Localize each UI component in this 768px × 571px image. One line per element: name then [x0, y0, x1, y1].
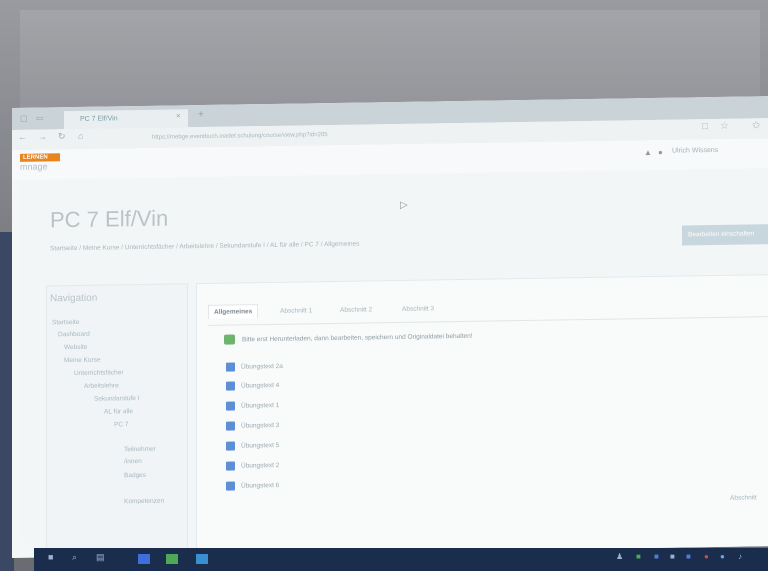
- next-section-link[interactable]: Abschnitt: [730, 494, 757, 501]
- reading-view-icon[interactable]: □: [702, 121, 708, 132]
- favorite-star-icon[interactable]: ☆: [720, 121, 729, 132]
- breadcrumb[interactable]: Startseite / Meine Kurse / Unterrichtsfä…: [50, 241, 359, 253]
- start-icon[interactable]: ■: [48, 552, 53, 562]
- nav-item-arbeitslehre[interactable]: Arbeitslehre: [84, 382, 119, 390]
- ceiling: [20, 10, 760, 110]
- tab-allgemeines[interactable]: Allgemeines: [208, 304, 259, 319]
- user-menu[interactable]: Ulrich Wissens: [672, 147, 718, 155]
- tab-title: PC 7 Elf/Vin: [80, 115, 118, 123]
- label-icon: [224, 334, 235, 345]
- word-file-icon: [226, 481, 235, 491]
- nav-item-sekundarstufe[interactable]: Sekundarstufe I: [94, 395, 140, 403]
- page-title: PC 7 Elf/Vin: [50, 205, 169, 233]
- search-icon[interactable]: ⌕: [72, 552, 77, 563]
- resource-item[interactable]: Übungstext 5: [226, 441, 279, 451]
- tab-close-icon[interactable]: ×: [176, 111, 181, 120]
- tray-app-icon[interactable]: ●: [720, 552, 725, 561]
- new-tab-button[interactable]: +: [198, 109, 204, 120]
- tray-app-icon[interactable]: ●: [704, 552, 709, 561]
- nav-item-al-fuer-alle[interactable]: AL für alle: [104, 408, 133, 415]
- word-file-icon: [226, 421, 235, 431]
- browser-tab[interactable]: PC 7 Elf/Vin: [64, 109, 188, 130]
- tab-abschnitt-3[interactable]: Abschnitt 3: [402, 305, 434, 313]
- tab-abschnitt-2[interactable]: Abschnitt 2: [340, 306, 372, 314]
- edge-icon[interactable]: [138, 554, 150, 564]
- window-menu-icon[interactable]: ▢: [20, 114, 28, 123]
- home-icon[interactable]: ⌂: [78, 131, 83, 141]
- tray-app-icon[interactable]: ■: [670, 552, 675, 561]
- nav-item-meine-kurse[interactable]: Meine Kurse: [64, 357, 101, 365]
- forward-icon[interactable]: →: [38, 131, 47, 141]
- nav-item-pc7[interactable]: PC 7: [114, 421, 128, 428]
- resource-item[interactable]: Übungstext 6: [226, 481, 279, 491]
- task-view-icon[interactable]: ▤: [96, 552, 105, 563]
- word-file-icon: [226, 461, 235, 471]
- word-file-icon: [226, 362, 235, 372]
- nav-item-startseite[interactable]: Startseite: [52, 319, 79, 326]
- resource-item[interactable]: Übungstext 4: [226, 381, 279, 391]
- projected-browser-window: ▢ ▭ PC 7 Elf/Vin × + ← → ↻ ⌂ https://meb…: [12, 95, 768, 559]
- volume-icon[interactable]: ♪: [738, 552, 742, 561]
- resource-item[interactable]: Übungstext 2: [226, 461, 279, 471]
- refresh-icon[interactable]: ↻: [58, 131, 66, 142]
- explorer-icon[interactable]: [166, 554, 178, 564]
- tray-app-icon[interactable]: ■: [636, 552, 641, 561]
- nav-item-kompetenzen[interactable]: Kompetenzen: [124, 498, 164, 506]
- nav-item-dashboard[interactable]: Dashboard: [58, 331, 90, 338]
- word-file-icon: [226, 381, 235, 391]
- mouse-cursor-icon: ▷: [400, 199, 408, 211]
- nav-item-badges[interactable]: Badges: [124, 472, 146, 479]
- back-icon[interactable]: ←: [18, 132, 27, 142]
- word-file-icon: [226, 441, 235, 451]
- nav-item-unterrichtsfaecher[interactable]: Unterrichtsfächer: [74, 369, 124, 377]
- resource-item[interactable]: Übungstext 2a: [226, 362, 283, 372]
- logo-bottom-text: mnage: [20, 161, 48, 172]
- nav-item-website[interactable]: Website: [64, 344, 87, 351]
- resource-item[interactable]: Übungstext 1: [226, 401, 279, 411]
- tab-abschnitt-1[interactable]: Abschnitt 1: [280, 307, 312, 315]
- nav-item-innen[interactable]: /innen: [124, 458, 142, 465]
- favorites-icon[interactable]: ✩: [752, 120, 760, 131]
- word-file-icon: [226, 401, 235, 411]
- tray-app-icon[interactable]: ■: [654, 552, 659, 561]
- nav-item-teilnehmer[interactable]: Teilnehmer: [124, 446, 156, 453]
- window-tabs-icon[interactable]: ▭: [36, 114, 44, 123]
- mail-icon[interactable]: [196, 554, 208, 564]
- site-logo[interactable]: LERNEN mnage: [20, 153, 70, 172]
- edit-mode-button[interactable]: Bearbeiten einschalten: [682, 223, 768, 246]
- person-icon[interactable]: ♟: [616, 552, 623, 561]
- message-icon[interactable]: ●: [658, 148, 663, 157]
- navigation-heading: Navigation: [50, 292, 98, 305]
- tray-app-icon[interactable]: ■: [686, 552, 691, 561]
- resource-item[interactable]: Übungstext 3: [226, 421, 279, 431]
- bell-icon[interactable]: ▲: [644, 148, 652, 157]
